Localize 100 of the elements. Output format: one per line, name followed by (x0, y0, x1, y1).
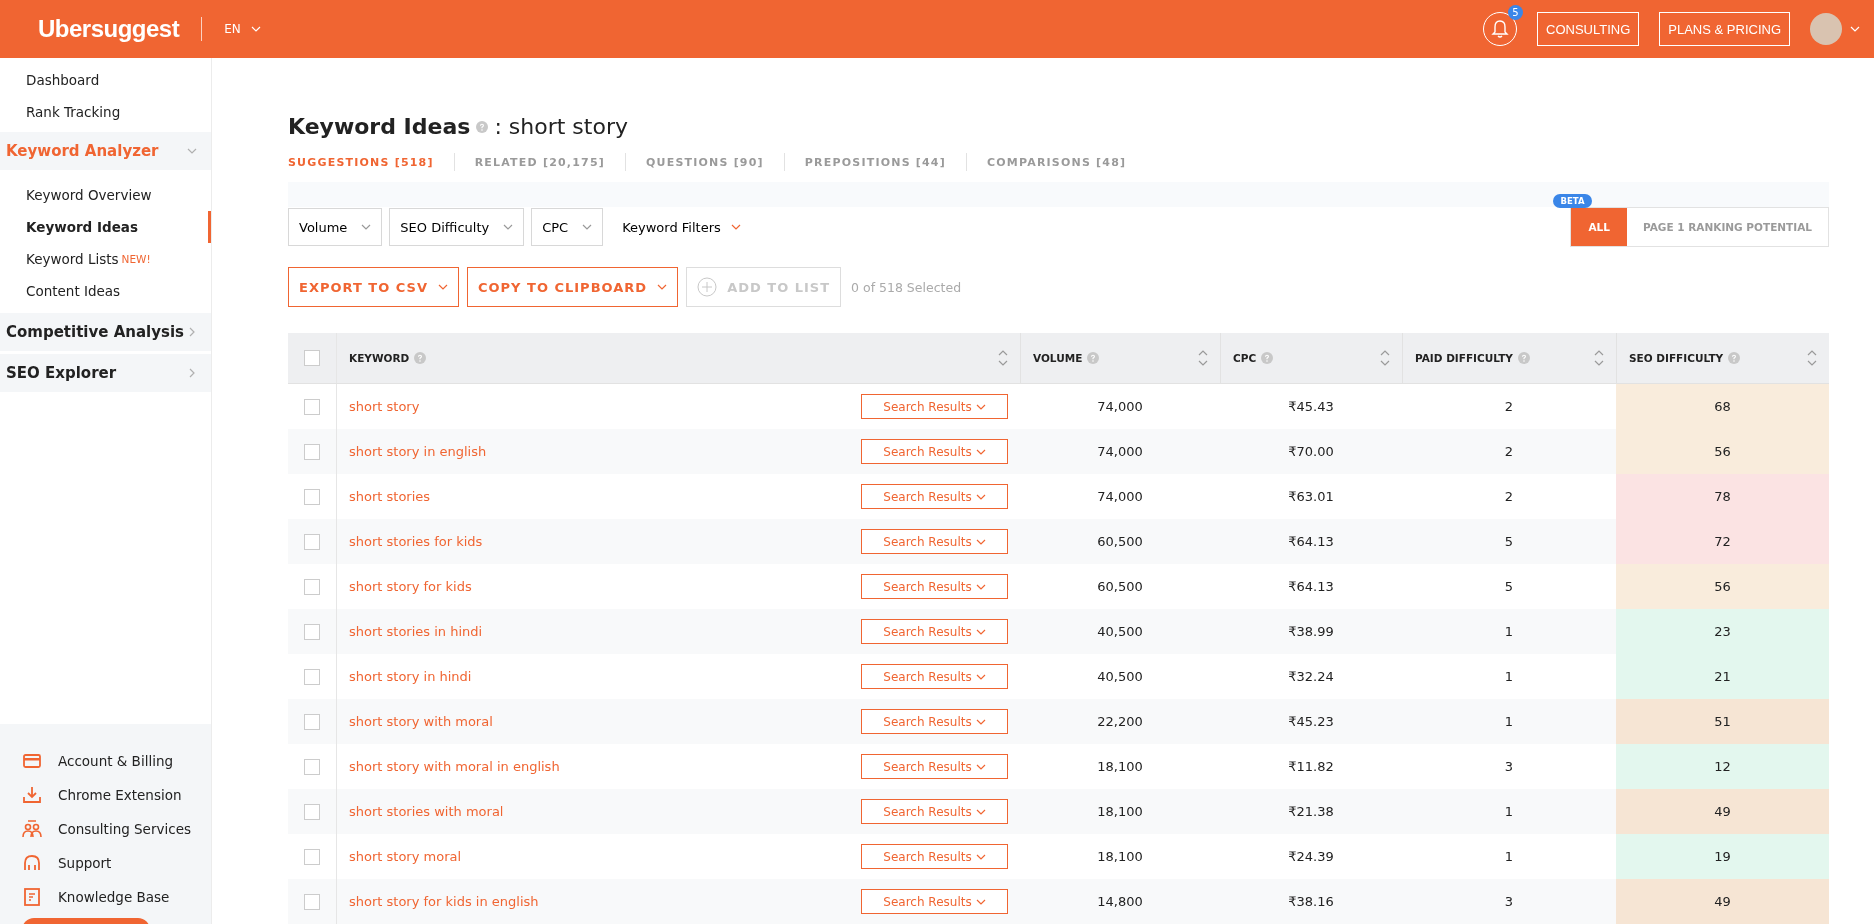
toggle-option[interactable]: ALL (1571, 208, 1627, 246)
checkbox[interactable] (304, 443, 320, 460)
document-icon (22, 887, 42, 907)
checkbox[interactable] (304, 713, 320, 730)
checkbox[interactable] (304, 668, 320, 685)
keyword-link[interactable]: short stories for kids (349, 534, 483, 549)
search-results-button[interactable]: Search Results (861, 664, 1008, 689)
sidebar-link[interactable]: Support (0, 846, 211, 880)
difficulty-cell: 56 (1616, 564, 1829, 609)
keyword-link[interactable]: short story in hindi (349, 669, 472, 684)
header-button[interactable]: CONSULTING (1537, 12, 1640, 46)
sort-icon (1198, 348, 1208, 368)
difficulty-cell: 23 (1616, 609, 1829, 654)
search-results-button[interactable]: Search Results (861, 439, 1008, 464)
checkbox[interactable] (304, 578, 320, 595)
keyword-link[interactable]: short stories (349, 489, 431, 504)
search-results-button[interactable]: Search Results (861, 529, 1008, 554)
search-results-button[interactable]: Search Results (861, 394, 1008, 419)
table-cell-text: 14,800 (1096, 893, 1144, 911)
chevron-icon (730, 222, 741, 232)
keyword-link[interactable]: short story moral (349, 849, 462, 864)
table-cell-text: ₹24.39 (1287, 848, 1335, 866)
table-cell-text: ₹45.43 (1287, 398, 1335, 416)
tab[interactable]: RELATED [20,175] (474, 155, 605, 169)
sidebar-section[interactable]: SEO Explorer (0, 354, 211, 392)
search-results-button[interactable]: Search Results (861, 484, 1008, 509)
table-cell-text: ₹63.01 (1287, 488, 1335, 506)
table-cell-text: 18,100 (1096, 803, 1144, 821)
table-cell-text: ₹11.82 (1287, 758, 1335, 776)
column-header[interactable]: PAID DIFFICULTY (1415, 352, 1513, 364)
column-header[interactable]: SEO DIFFICULTY (1629, 352, 1724, 364)
checkbox[interactable] (304, 398, 320, 415)
keyword-link[interactable]: short story for kids in english (349, 894, 539, 909)
page-title: Keyword Ideas (288, 114, 471, 139)
filter-dropdown[interactable]: SEO Difficulty (389, 208, 525, 246)
difficulty-cell: 51 (1616, 699, 1829, 744)
credit-card-icon (22, 751, 42, 771)
sidebar-link[interactable]: Rank Tracking (0, 96, 211, 128)
keyword-link[interactable]: short story with moral in english (349, 759, 560, 774)
keyword-link[interactable]: short stories in hindi (349, 624, 483, 639)
logo[interactable]: Ubersuggest (38, 15, 180, 43)
keyword-link[interactable]: short stories with moral (349, 804, 504, 819)
keyword-link[interactable]: short story in english (349, 444, 487, 459)
column-header[interactable]: VOLUME (1033, 352, 1083, 364)
sidebar-link[interactable]: Keyword Overview (0, 179, 211, 211)
checkbox[interactable] (304, 848, 320, 865)
checkbox[interactable] (304, 758, 320, 775)
keyword-link[interactable]: short story with moral (349, 714, 493, 729)
table-cell-text: 3 (1503, 893, 1515, 911)
table-cell-text: 18,100 (1096, 848, 1144, 866)
filter-dropdown[interactable]: Volume (288, 208, 383, 246)
checkbox[interactable] (304, 893, 320, 910)
table-cell-text: 3 (1503, 758, 1515, 776)
tab[interactable]: QUESTIONS [90] (646, 155, 764, 169)
plus-icon (697, 277, 718, 297)
search-results-button[interactable]: Search Results (861, 574, 1008, 599)
search-results-button[interactable]: Search Results (861, 709, 1008, 734)
search-results-button[interactable]: Search Results (861, 799, 1008, 824)
sidebar-section[interactable]: Keyword Analyzer (0, 132, 211, 170)
search-results-button[interactable]: Search Results (861, 754, 1008, 779)
column-header[interactable]: KEYWORD (349, 352, 410, 364)
language-selector[interactable]: EN (224, 22, 261, 36)
action-button[interactable]: EXPORT TO CSV (288, 267, 459, 307)
tab[interactable]: SUGGESTIONS [518] (288, 155, 434, 169)
checkbox[interactable] (304, 803, 320, 820)
bell-icon (1491, 19, 1510, 39)
keyword-link[interactable]: short story (349, 399, 420, 414)
headset-icon (22, 853, 42, 873)
column-header[interactable]: CPC (1233, 352, 1257, 364)
search-term: : short story (494, 114, 628, 139)
sidebar-link[interactable]: Keyword Lists NEW! (0, 243, 211, 275)
sidebar-link[interactable]: Chrome Extension (0, 778, 211, 812)
sidebar-link[interactable]: Knowledge Base (0, 880, 211, 914)
checkbox[interactable] (304, 623, 320, 640)
sidebar-link[interactable]: Account & Billing (0, 744, 211, 778)
avatar[interactable] (1810, 13, 1842, 45)
search-results-button[interactable]: Search Results (861, 889, 1008, 914)
checkbox[interactable] (304, 488, 320, 505)
sidebar-link[interactable]: Consulting Services (0, 812, 211, 846)
action-button[interactable]: COPY TO CLIPBOARD (466, 267, 679, 307)
filter-link[interactable]: Keyword Filters (610, 208, 753, 246)
sidebar-link[interactable]: Keyword Ideas (0, 211, 211, 243)
search-results-button[interactable]: Search Results (861, 844, 1008, 869)
tab[interactable]: PREPOSITIONS [44] (804, 155, 946, 169)
sidebar-section[interactable]: Competitive Analysis (0, 313, 211, 351)
difficulty-cell: 21 (1616, 654, 1829, 699)
sidebar-link[interactable]: Content Ideas (0, 275, 211, 307)
tab[interactable]: COMPARISONS [48] (986, 155, 1127, 169)
chevron-icon (657, 282, 668, 292)
difficulty-cell: 12 (1616, 744, 1829, 789)
checkbox[interactable] (304, 533, 320, 550)
sidebar-link[interactable]: Dashboard (0, 64, 211, 96)
keyword-link[interactable]: short story for kids (349, 579, 472, 594)
help-icon (476, 120, 489, 133)
table-cell-text: 74,000 (1096, 443, 1144, 461)
checkbox[interactable] (304, 350, 320, 366)
filter-dropdown[interactable]: CPC (531, 208, 604, 246)
search-results-button[interactable]: Search Results (861, 619, 1008, 644)
header-button[interactable]: PLANS & PRICING (1659, 12, 1790, 46)
table-cell-text: 74,000 (1096, 488, 1144, 506)
